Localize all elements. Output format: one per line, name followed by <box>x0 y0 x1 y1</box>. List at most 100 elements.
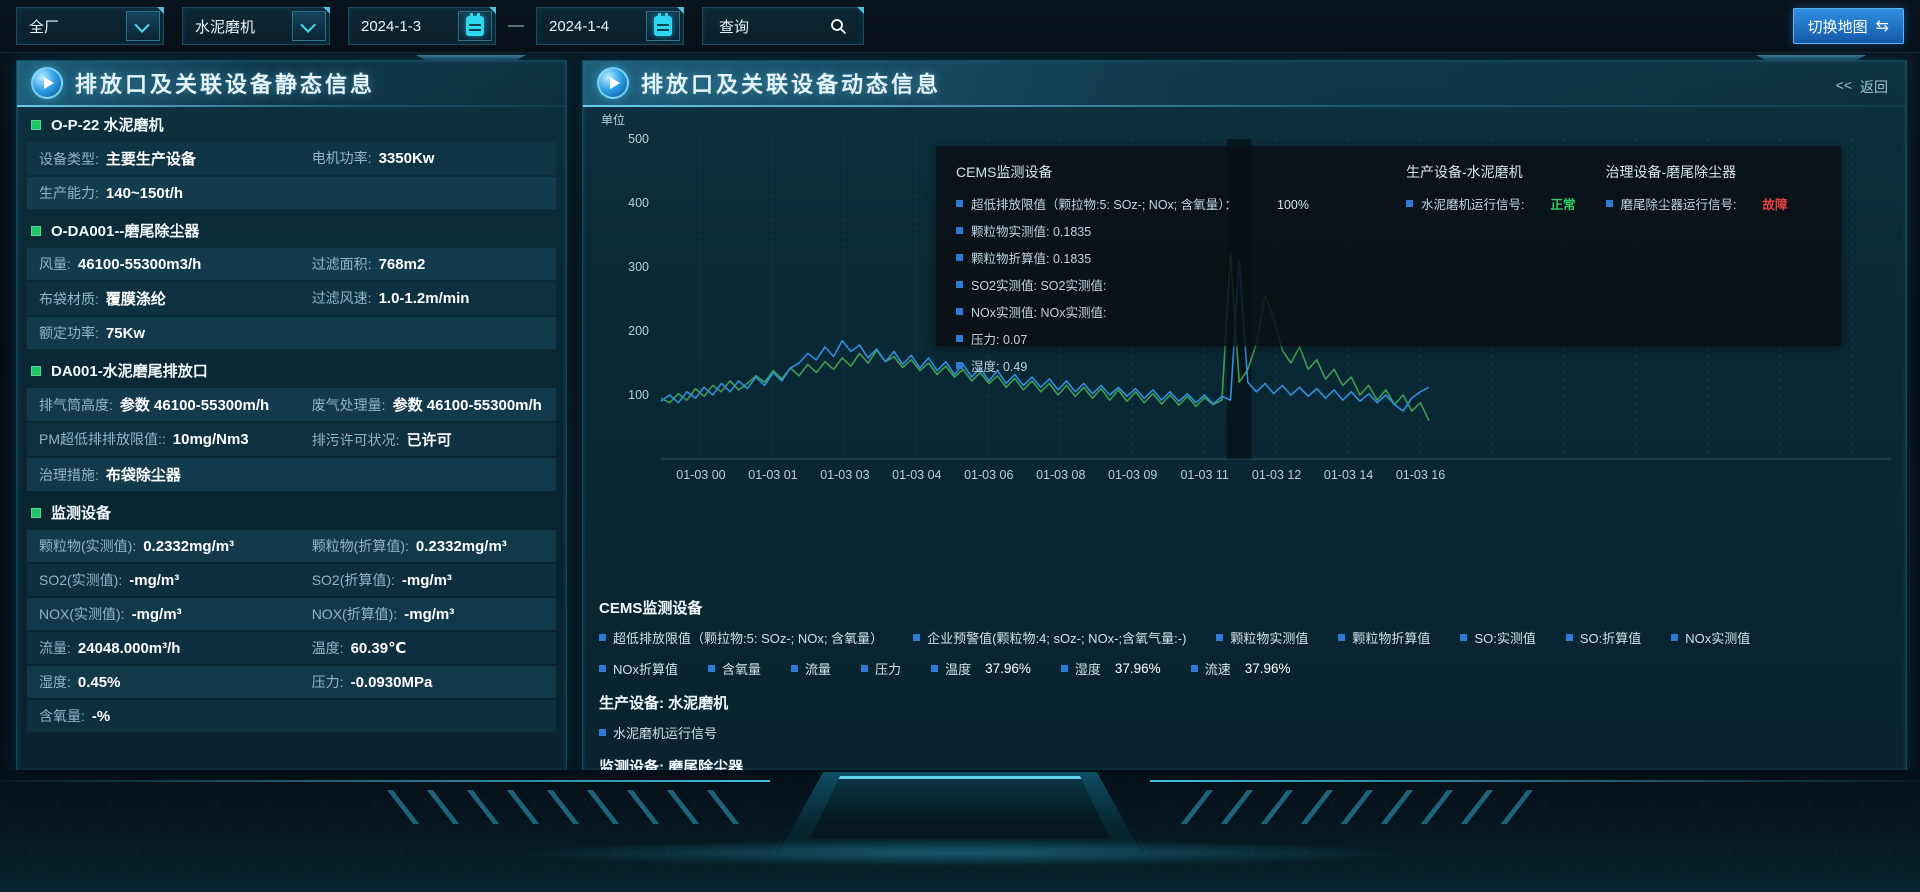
legend-item[interactable]: 含氧量 <box>708 659 761 678</box>
x-axis-tick-label: 01-03 12 <box>1252 468 1301 482</box>
legend-item-value: 37.96% <box>1245 661 1291 676</box>
plant-select[interactable]: 全厂 <box>16 7 164 45</box>
calendar-icon[interactable] <box>646 11 680 41</box>
field-label: 额定功率: <box>39 323 99 343</box>
field-label: 温度: <box>312 638 344 658</box>
tooltip-item-label: 颗粒物实测值: 0.1835 <box>971 221 1091 240</box>
status-ok-value: 正常 <box>1550 194 1575 213</box>
chart-tooltip: CEMS监测设备 超低排放限值（颗拉物:5: SOz-; NOx; 含氧量）：1… <box>936 146 1841 346</box>
green-square-icon <box>31 120 41 130</box>
tooltip-item: NOx实测值: NOx实测值: <box>956 302 1376 321</box>
tooltip-item: 湿度: 0.49 <box>956 356 1376 375</box>
legend-marker-icon <box>956 227 963 234</box>
info-cell: 流量:24048.000m³/h <box>39 638 312 658</box>
field-label: 压力: <box>312 672 344 692</box>
back-label: 返回 <box>1860 77 1888 97</box>
legend-item-label: NOx实测值 <box>1685 628 1750 647</box>
legend-item-label: SO:折算值 <box>1580 628 1641 647</box>
legend-item[interactable]: 压力 <box>861 659 901 678</box>
legend-marker-icon <box>1606 200 1613 207</box>
info-row: SO2(实测值):-mg/m³SO2(折算值):-mg/m³ <box>27 564 556 596</box>
calendar-icon[interactable] <box>458 11 492 41</box>
field-label: 过滤面积: <box>312 254 372 274</box>
section-header: DA001-水泥磨尾排放口 <box>17 351 566 386</box>
x-axis-tick-label: 01-03 16 <box>1396 468 1445 482</box>
legend-item[interactable]: 颗粒物实测值 <box>1216 628 1308 647</box>
tooltip-production-label: 水泥磨机运行信号: <box>1421 194 1524 213</box>
footer-glow-line-right <box>1150 780 1920 782</box>
query-button[interactable]: 查询 <box>702 7 864 45</box>
chevron-down-icon[interactable] <box>292 11 326 41</box>
tooltip-production-item: 水泥磨机运行信号: 正常 <box>1406 194 1576 213</box>
legend-production-row: 水泥磨机运行信号 <box>599 723 1891 742</box>
back-link[interactable]: << 返回 <box>1836 77 1888 97</box>
back-chevrons-icon: << <box>1836 77 1852 97</box>
static-panel-header: 排放口及关联设备静态信息 <box>17 61 566 105</box>
x-axis-tick-label: 01-03 09 <box>1108 468 1157 482</box>
start-date-input[interactable]: 2024-1-3 <box>348 7 496 45</box>
legend-item[interactable]: NOx实测值 <box>1671 628 1750 647</box>
legend-item[interactable]: 企业预警值(颗粒物:4; sOz-; NOx-;含氧气量:-) <box>913 628 1186 647</box>
legend-item[interactable]: 流量 <box>791 659 831 678</box>
field-value: -mg/m³ <box>404 606 454 623</box>
footer-center-glow <box>510 840 1410 866</box>
info-cell: 额定功率:75Kw <box>39 323 312 343</box>
info-cell: SO2(折算值):-mg/m³ <box>312 570 544 590</box>
info-cell: 温度:60.39℃ <box>312 638 544 658</box>
end-date-input[interactable]: 2024-1-4 <box>536 7 684 45</box>
tooltip-item-label: 湿度: 0.49 <box>971 356 1027 375</box>
legend-item[interactable]: SO:折算值 <box>1566 628 1641 647</box>
legend-marker-icon <box>956 308 963 315</box>
field-label: 过滤风速: <box>312 288 372 308</box>
field-label: 排气筒高度: <box>39 395 113 415</box>
chevron-down-icon[interactable] <box>126 11 160 41</box>
info-row: 湿度:0.45%压力:-0.0930MPa <box>27 666 556 698</box>
field-value: 0.45% <box>78 674 121 691</box>
legend-marker-icon <box>956 362 963 369</box>
field-value: 24048.000m³/h <box>78 640 181 657</box>
section-header: O-P-22 水泥磨机 <box>17 105 566 140</box>
legend-item[interactable]: 颗粒物折算值 <box>1338 628 1430 647</box>
field-value: 参数 46100-55300m/h <box>120 394 269 415</box>
info-row: 风量:46100-55300m3/h过滤面积:768m2 <box>27 248 556 280</box>
field-label: NOX(折算值): <box>312 604 398 624</box>
info-row: 含氧量:-% <box>27 700 556 732</box>
legend-item[interactable]: NOx折算值 <box>599 659 678 678</box>
info-cell: SO2(实测值):-mg/m³ <box>39 570 312 590</box>
info-cell: 排气筒高度: 参数 46100-55300m/h <box>39 394 312 415</box>
tooltip-item: 压力: 0.07 <box>956 329 1376 348</box>
field-value: -0.0930MPa <box>351 674 433 691</box>
tooltip-cems-title: CEMS监测设备 <box>956 162 1376 182</box>
field-label: 排污许可状况: <box>312 430 400 450</box>
legend-item-label: 水泥磨机运行信号 <box>613 723 717 742</box>
info-row: 治理措施:布袋除尘器 <box>27 458 556 491</box>
info-cell: PM超低排排放限值::10mg/Nm3 <box>39 429 312 450</box>
play-badge-icon <box>597 67 629 99</box>
field-label: 颗粒物(实测值): <box>39 536 136 556</box>
field-value: 主要生产设备 <box>106 148 196 169</box>
legend-item[interactable]: 湿度37.96% <box>1061 659 1161 678</box>
tooltip-item-value: 100% <box>1277 198 1309 212</box>
legend-item[interactable]: 水泥磨机运行信号 <box>599 723 717 742</box>
field-label: 设备类型: <box>39 149 99 169</box>
switch-map-button[interactable]: 切换地图 ⇆ <box>1793 8 1904 44</box>
legend-item-label: 湿度 <box>1075 659 1101 678</box>
static-panel-title: 排放口及关联设备静态信息 <box>75 67 375 99</box>
tooltip-treatment-title: 治理设备-磨尾除尘器 <box>1606 162 1788 182</box>
legend-marker-icon <box>861 665 868 672</box>
field-label: 电机功率: <box>312 148 372 168</box>
field-label: SO2(实测值): <box>39 570 122 590</box>
plant-select-value: 全厂 <box>17 16 126 37</box>
legend-item[interactable]: 流速37.96% <box>1191 659 1291 678</box>
device-select[interactable]: 水泥磨机 <box>182 7 330 45</box>
field-value: -mg/m³ <box>402 572 452 589</box>
legend-item[interactable]: 超低排放限值（颗拉物:5: SOz-; NOx; 含氧量） <box>599 628 883 647</box>
info-cell: NOX(折算值): -mg/m³ <box>312 604 544 624</box>
tooltip-treatment-label: 磨尾除尘器运行信号: <box>1621 194 1737 213</box>
tooltip-production-column: 生产设备-水泥磨机 水泥磨机运行信号: 正常 <box>1406 162 1576 330</box>
legend-item[interactable]: 温度37.96% <box>931 659 1031 678</box>
info-row: PM超低排排放限值::10mg/Nm3排污许可状况:已许可 <box>27 423 556 456</box>
x-axis-tick-label: 01-03 00 <box>676 468 725 482</box>
legend-item[interactable]: SO:实测值 <box>1460 628 1535 647</box>
device-select-value: 水泥磨机 <box>183 16 292 37</box>
